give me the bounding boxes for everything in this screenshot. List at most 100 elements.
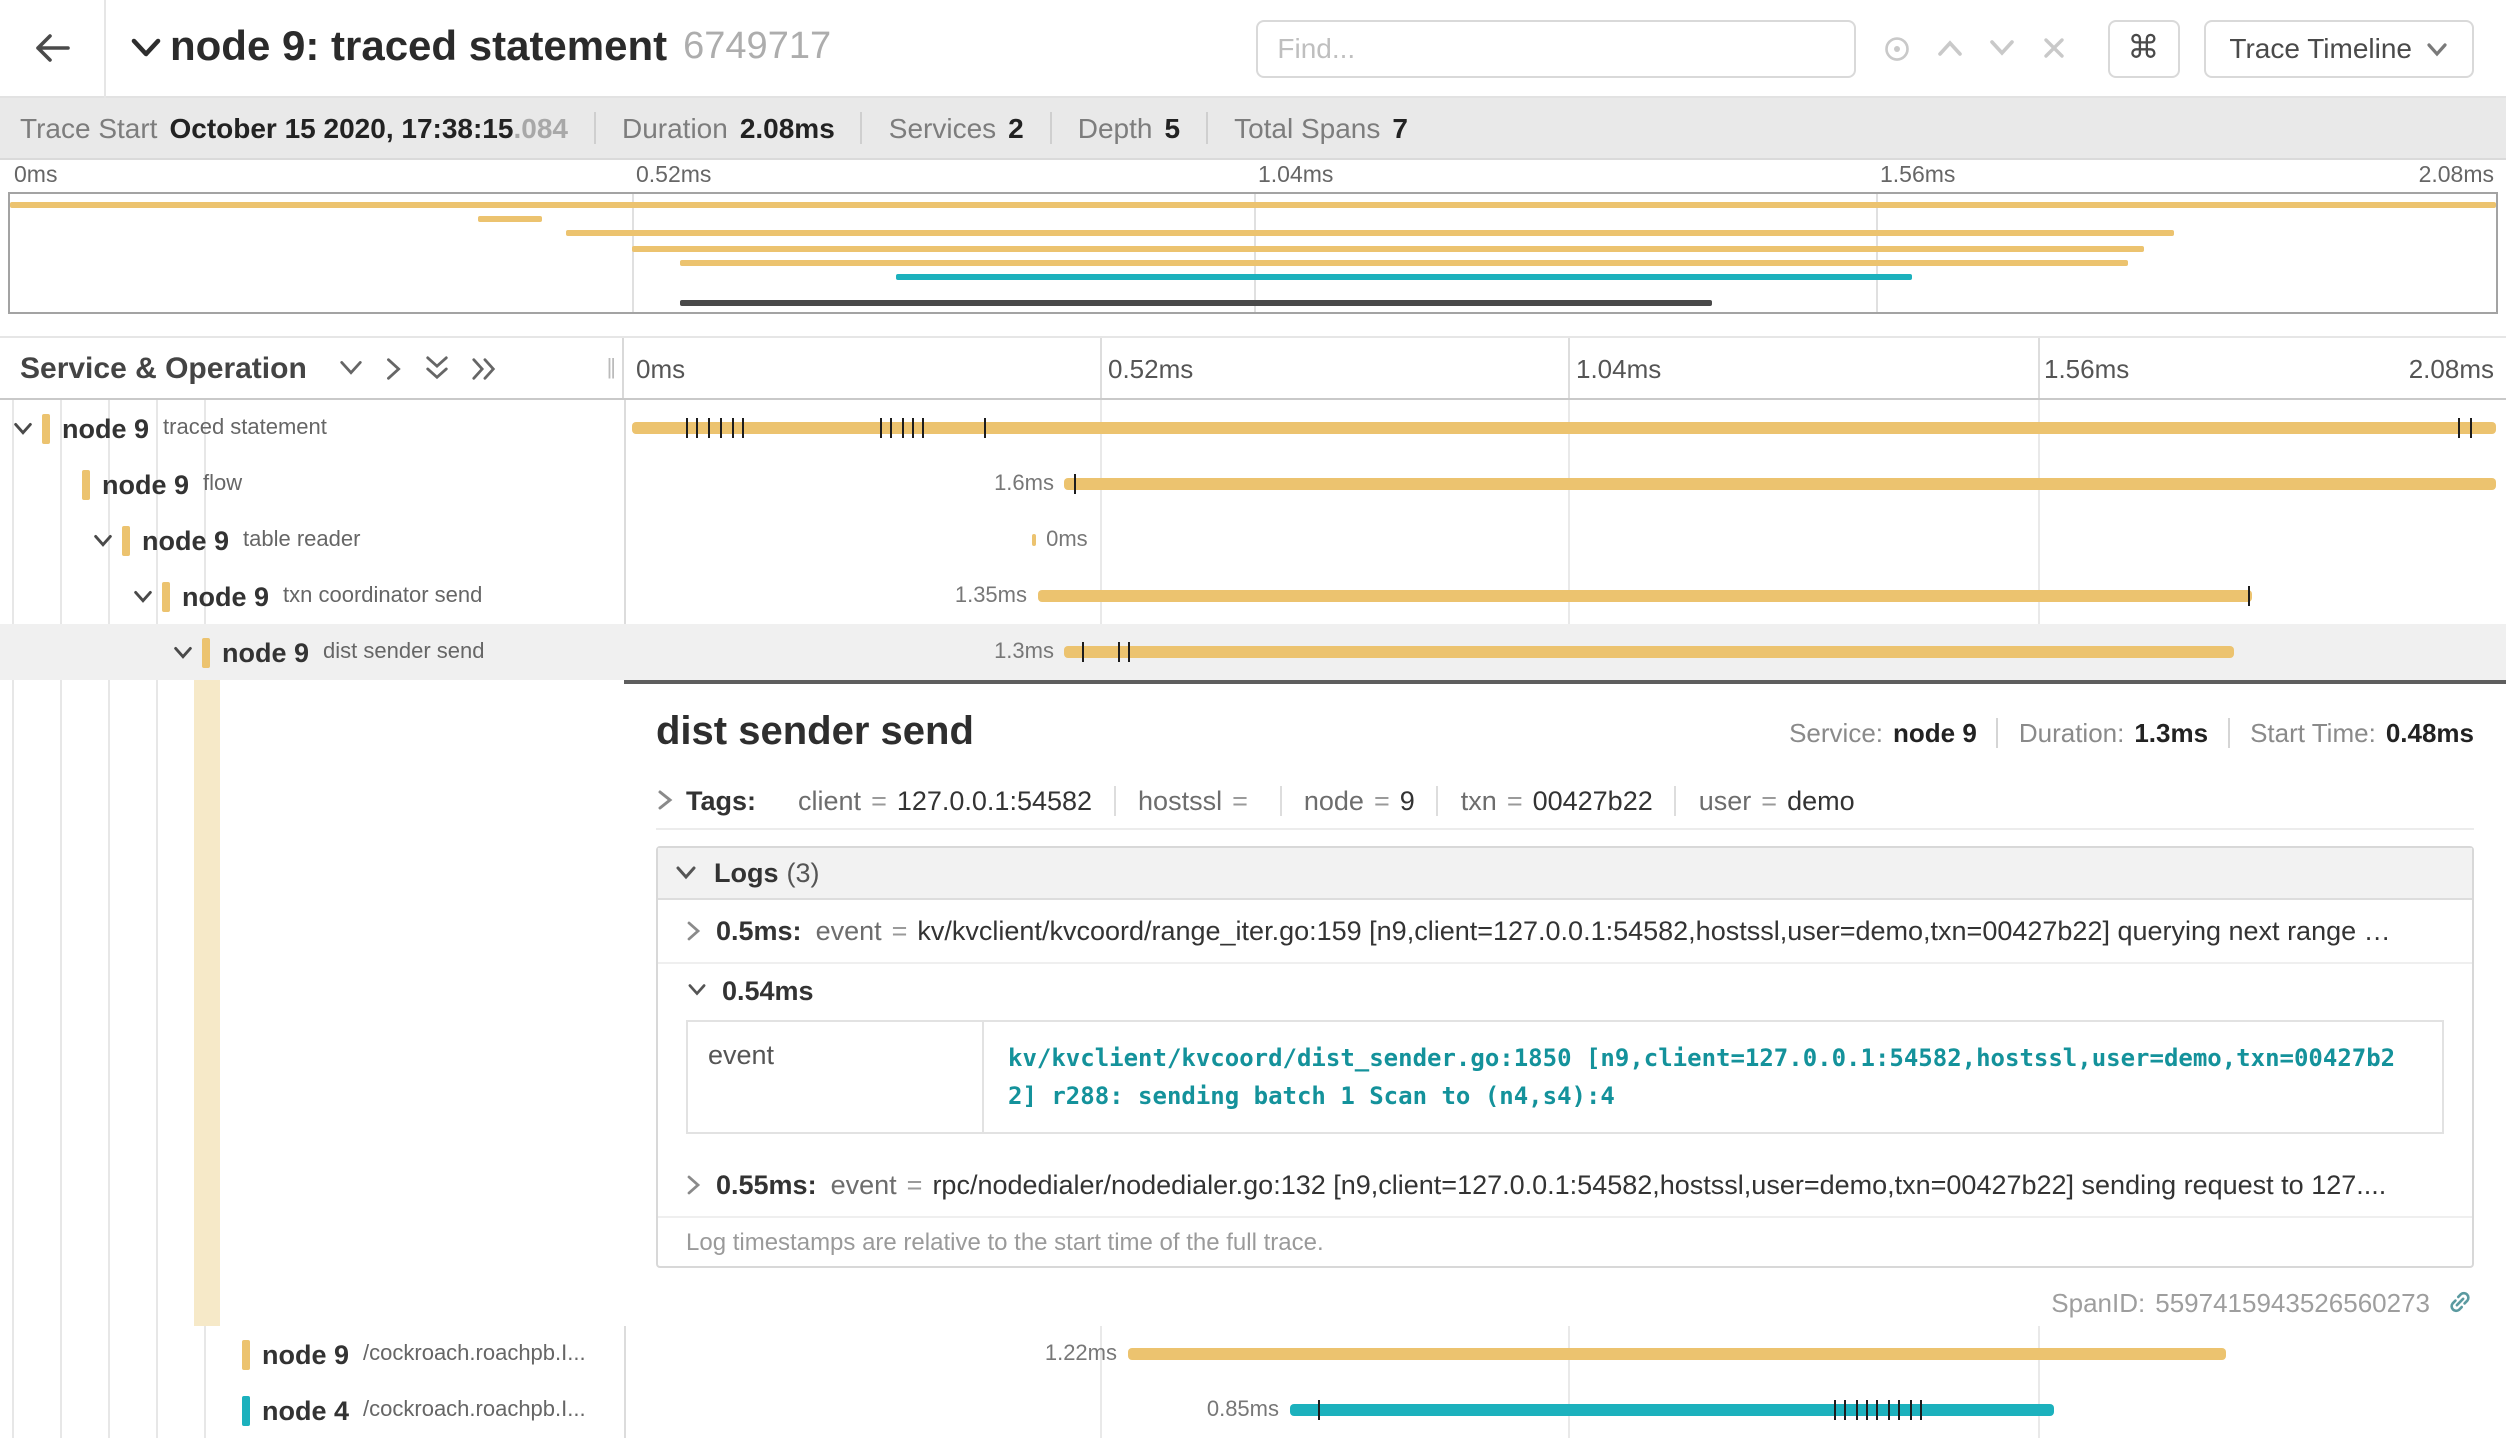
log-marker-tick: [1920, 1400, 1922, 1420]
minimap-tick-label: 0.52ms: [636, 164, 711, 188]
service-operation-header: Service & Operation: [0, 338, 624, 398]
span-row[interactable]: node 9dist sender send 1.3ms: [0, 624, 2506, 680]
span-row[interactable]: node 9traced statement: [0, 400, 2506, 456]
focus-match-button[interactable]: [1871, 22, 1923, 74]
span-name-cell[interactable]: node 9flow: [0, 456, 624, 512]
trace-view-selector[interactable]: Trace Timeline: [2203, 19, 2474, 77]
span-row[interactable]: node 9/cockroach.roachpb.I... 1.22ms: [0, 1326, 2506, 1382]
collapse-one-button[interactable]: [339, 358, 365, 378]
log-entry-expanded: 0.54ms event kv/kvclient/kvcoord/dist_se…: [658, 964, 2472, 1134]
span-track[interactable]: 0ms: [624, 512, 2506, 568]
span-track[interactable]: 1.22ms: [624, 1326, 2506, 1382]
chevron-right-icon: [385, 355, 405, 381]
chevron-down-icon: [2426, 41, 2448, 57]
ruler-tick: [1568, 338, 1570, 398]
span-track[interactable]: 0.85ms: [624, 1382, 2506, 1438]
chevron-up-icon: [1935, 38, 1963, 58]
span-track[interactable]: 1.35ms: [624, 568, 2506, 624]
log-entry-collapsed[interactable]: 0.5ms: event = kv/kvclient/kvcoord/range…: [658, 900, 2472, 964]
copy-link-button[interactable]: [2446, 1288, 2474, 1316]
span-duration-label: 1.6ms: [994, 472, 1054, 496]
chevron-down-icon[interactable]: [12, 417, 34, 439]
span-name-cell[interactable]: node 9dist sender send: [0, 624, 624, 680]
logs-count: (3): [787, 858, 820, 888]
span-duration-label: 1.3ms: [994, 640, 1054, 664]
chevron-down-icon: [686, 982, 708, 998]
span-duration-bar[interactable]: [1064, 646, 2234, 658]
log-marker-tick: [1855, 1400, 1857, 1420]
log-marker-tick: [912, 418, 914, 438]
expand-one-button[interactable]: [385, 355, 405, 381]
span-detail-panel: dist sender send Service:node 9 Duration…: [624, 680, 2506, 1326]
summary-services: Services 2: [861, 112, 1050, 144]
selected-span-guide-stripe: [194, 680, 220, 1326]
trace-id: 6749717: [683, 26, 831, 70]
ruler-tick-label: 1.04ms: [1576, 354, 1661, 384]
span-duration-bar[interactable]: [1037, 590, 2252, 602]
collapse-header-button[interactable]: [130, 36, 162, 60]
summary-depth: Depth 5: [1050, 112, 1206, 144]
log-entry-header[interactable]: 0.54ms: [658, 964, 2472, 1016]
tag-item: client=127.0.0.1:54582: [776, 785, 1114, 815]
span-rows-below-detail: node 9/cockroach.roachpb.I...1.22msnode …: [0, 1326, 2506, 1438]
log-marker-tick: [1118, 642, 1120, 662]
span-operation: table reader: [243, 528, 360, 552]
prev-match-button[interactable]: [1923, 22, 1975, 74]
column-resizer-handle[interactable]: ||: [607, 356, 614, 380]
span-name-cell[interactable]: node 9/cockroach.roachpb.I...: [0, 1326, 624, 1382]
span-operation: /cockroach.roachpb.I...: [363, 1398, 586, 1422]
span-name-cell[interactable]: node 9traced statement: [0, 400, 624, 456]
span-duration-bar[interactable]: [1289, 1404, 2054, 1416]
clear-search-button[interactable]: [2027, 22, 2079, 74]
service-color-bar: [242, 1339, 250, 1369]
detail-gutter: [0, 680, 624, 1326]
chevron-down-icon[interactable]: [172, 641, 194, 663]
span-name-cell[interactable]: node 4/cockroach.roachpb.I...: [0, 1382, 624, 1438]
log-entry-collapsed[interactable]: 0.55ms: event = rpc/nodedialer/nodediale…: [658, 1154, 2472, 1218]
log-marker-tick: [890, 418, 892, 438]
span-duration-label: 1.22ms: [1045, 1342, 1117, 1366]
back-button[interactable]: [0, 0, 106, 97]
span-duration-bar[interactable]: [1032, 534, 1037, 546]
log-marker-tick: [742, 418, 744, 438]
minimap-gridline: [632, 194, 634, 312]
chevron-down-icon: [130, 36, 162, 60]
chevron-right-icon: [686, 1174, 702, 1196]
span-track[interactable]: 1.6ms: [624, 456, 2506, 512]
ruler-tick-label: 0ms: [636, 354, 685, 384]
summary-trace-start: Trace Start October 15 2020, 17:38:15 .0…: [20, 112, 594, 144]
chevron-down-icon[interactable]: [132, 585, 154, 607]
logs-header[interactable]: Logs (3): [658, 848, 2472, 900]
span-duration-bar[interactable]: [1064, 478, 2496, 490]
stat-duration: Duration:1.3ms: [1997, 717, 2228, 747]
span-name-cell[interactable]: node 9table reader: [0, 512, 624, 568]
collapse-all-button[interactable]: [425, 354, 451, 382]
next-match-button[interactable]: [1975, 22, 2027, 74]
span-detail-title: dist sender send: [656, 709, 974, 755]
summary-duration: Duration 2.08ms: [594, 112, 861, 144]
ruler-tick-label: 1.56ms: [2044, 354, 2129, 384]
keyboard-shortcuts-button[interactable]: ⌘: [2107, 19, 2179, 77]
span-track[interactable]: [624, 400, 2506, 456]
trace-header: node 9: traced statement 6749717: [0, 0, 2506, 98]
tag-item: txn=00427b22: [1437, 785, 1675, 815]
span-name-cell[interactable]: node 9txn coordinator send: [0, 568, 624, 624]
span-track[interactable]: 1.3ms: [624, 624, 2506, 680]
chevron-down-icon[interactable]: [92, 529, 114, 551]
span-row[interactable]: node 9txn coordinator send 1.35ms: [0, 568, 2506, 624]
minimap-canvas[interactable]: [8, 192, 2498, 314]
span-id-value: 5597415943526560273: [2155, 1287, 2430, 1317]
expand-all-button[interactable]: [471, 355, 499, 381]
span-duration-label: 1.35ms: [955, 584, 1027, 608]
span-duration-bar[interactable]: [1127, 1348, 2225, 1360]
log-marker-tick: [1909, 1400, 1911, 1420]
minimap-gridline: [1876, 194, 1878, 312]
tag-item: node=9: [1280, 785, 1437, 815]
span-row[interactable]: node 4/cockroach.roachpb.I...0.85ms: [0, 1382, 2506, 1438]
span-row[interactable]: node 9flow 1.6ms: [0, 456, 2506, 512]
find-input[interactable]: [1255, 19, 1855, 77]
span-row[interactable]: node 9table reader0ms: [0, 512, 2506, 568]
log-marker-tick: [1834, 1400, 1836, 1420]
tags-row[interactable]: Tags: client=127.0.0.1:54582 hostssl= no…: [656, 772, 2474, 830]
log-marker-tick: [1898, 1400, 1900, 1420]
